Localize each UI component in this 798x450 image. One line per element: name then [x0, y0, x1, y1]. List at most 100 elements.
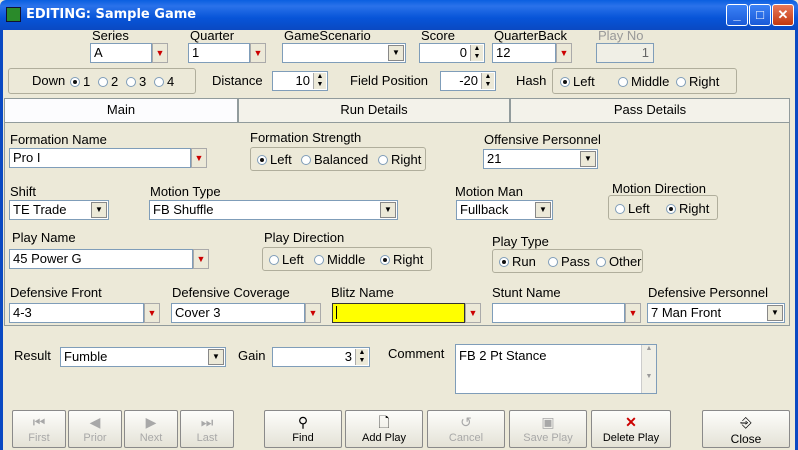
scenario-combo[interactable]: ▼ [282, 43, 406, 63]
offensive-personnel-combo[interactable]: 21 ▼ [483, 149, 598, 169]
strength-option-left[interactable]: Left [257, 152, 292, 167]
play-type-label: Play Type [492, 234, 549, 249]
cancel-icon: ↺ [460, 414, 472, 430]
quarter-combo[interactable]: 1 [188, 43, 250, 63]
quarterback-combo[interactable]: 12 [492, 43, 556, 63]
last-label: Last [196, 432, 218, 444]
play-type-option-run[interactable]: Run [499, 254, 536, 269]
formation-name-combo[interactable]: Pro I [9, 148, 191, 168]
play-name-value: 45 Power G [13, 251, 82, 266]
add-play-button[interactable]: 🗋 Add Play [345, 410, 423, 448]
down-option-label: 2 [111, 74, 119, 89]
shift-label: Shift [10, 184, 37, 199]
strength-option-balanced[interactable]: Balanced [301, 152, 368, 167]
comment-textarea[interactable]: FB 2 Pt Stance ▲ ▼ [455, 344, 657, 394]
tab-main[interactable]: Main [4, 98, 238, 123]
defensive-personnel-value: 7 Man Front [651, 305, 722, 320]
play-type-option-other[interactable]: Other [596, 254, 642, 269]
stunt-name-dropdown-icon[interactable]: ▼ [625, 303, 641, 323]
quarterback-dropdown-icon[interactable]: ▼ [556, 43, 572, 63]
hash-option-right[interactable]: Right [676, 74, 719, 89]
first-button[interactable]: ⏮ First [12, 410, 66, 448]
series-combo[interactable]: A [90, 43, 152, 63]
direction-option-middle[interactable]: Middle [314, 252, 365, 267]
close-window-button[interactable]: ✕ [772, 4, 794, 26]
stunt-name-combo[interactable] [492, 303, 625, 323]
play-name-dropdown-icon[interactable]: ▼ [193, 249, 209, 269]
motion-type-combo[interactable]: FB Shuffle ▼ [149, 200, 398, 220]
chevron-down-icon[interactable]: ▼ [380, 202, 396, 218]
delete-play-button[interactable]: ✕ Delete Play [591, 410, 671, 448]
defensive-coverage-dropdown-icon[interactable]: ▼ [305, 303, 321, 323]
last-button[interactable]: ⏭ Last [180, 410, 234, 448]
down-option-1[interactable]: 1 [70, 74, 90, 89]
prior-icon: ◀ [89, 414, 101, 430]
title-bar[interactable]: EDITING: Sample Game _ □ ✕ [0, 0, 798, 30]
direction-option-left[interactable]: Left [269, 252, 304, 267]
strength-option-right[interactable]: Right [378, 152, 421, 167]
shift-combo[interactable]: TE Trade ▼ [9, 200, 109, 220]
motion-option-right[interactable]: Right [666, 201, 709, 216]
hash-label: Hash [516, 73, 547, 88]
motion-direction-label: Motion Direction [612, 181, 706, 196]
defensive-personnel-combo[interactable]: 7 Man Front ▼ [647, 303, 785, 323]
chevron-down-icon[interactable]: ▼ [535, 202, 551, 218]
first-icon: ⏮ [32, 414, 46, 430]
exit-icon: ⎆ [740, 414, 752, 430]
score-spinner[interactable]: 0 ▲ ▼ [419, 43, 485, 63]
radio-icon [380, 255, 390, 265]
chevron-down-icon[interactable]: ▼ [388, 45, 404, 61]
chevron-down-icon[interactable]: ▼ [208, 349, 224, 365]
blitz-name-combo[interactable] [332, 303, 465, 323]
direction-option-right[interactable]: Right [380, 252, 423, 267]
motion-option-left[interactable]: Left [615, 201, 650, 216]
spin-icon[interactable]: ▲ ▼ [481, 73, 494, 89]
score-label: Score [421, 28, 455, 43]
formation-name-dropdown-icon[interactable]: ▼ [191, 148, 207, 168]
tab-pass-details[interactable]: Pass Details [510, 98, 790, 122]
result-combo[interactable]: Fumble ▼ [60, 347, 226, 367]
chevron-down-icon[interactable]: ▼ [91, 202, 107, 218]
down-option-3[interactable]: 3 [126, 74, 146, 89]
down-option-2[interactable]: 2 [98, 74, 118, 89]
defensive-coverage-combo[interactable]: Cover 3 [171, 303, 305, 323]
blitz-name-dropdown-icon[interactable]: ▼ [465, 303, 481, 323]
spin-icon[interactable]: ▲ ▼ [355, 349, 368, 365]
result-label: Result [14, 348, 51, 363]
save-play-button[interactable]: ▣ Save Play [509, 410, 587, 448]
tab-run-details[interactable]: Run Details [238, 98, 510, 122]
cancel-button[interactable]: ↺ Cancel [427, 410, 505, 448]
next-icon: ▶ [145, 414, 157, 430]
cancel-label: Cancel [448, 432, 484, 444]
fieldpos-spinner[interactable]: -20 ▲ ▼ [440, 71, 496, 91]
minimize-button[interactable]: _ [726, 4, 748, 26]
play-type-option-pass[interactable]: Pass [548, 254, 590, 269]
spin-icon[interactable]: ▲ ▼ [313, 73, 326, 89]
motion-man-combo[interactable]: Fullback ▼ [456, 200, 553, 220]
next-button[interactable]: ▶ Next [124, 410, 178, 448]
close-button[interactable]: ⎆ Close [702, 410, 790, 448]
stunt-name-label: Stunt Name [492, 285, 561, 300]
chevron-down-icon[interactable]: ▼ [767, 305, 783, 321]
radio-icon [257, 155, 267, 165]
hash-option-middle[interactable]: Middle [618, 74, 669, 89]
down-option-4[interactable]: 4 [154, 74, 174, 89]
strength-option-label: Balanced [314, 152, 369, 167]
defensive-front-dropdown-icon[interactable]: ▼ [144, 303, 160, 323]
prior-button[interactable]: ◀ Prior [68, 410, 122, 448]
first-label: First [28, 432, 50, 444]
hash-option-left[interactable]: Left [560, 74, 595, 89]
comment-scrollbar[interactable]: ▲ ▼ [641, 345, 656, 393]
distance-spinner[interactable]: 10 ▲ ▼ [272, 71, 328, 91]
spin-icon[interactable]: ▲ ▼ [470, 45, 483, 61]
direction-option-label: Right [393, 252, 424, 267]
maximize-button[interactable]: □ [749, 4, 771, 26]
chevron-down-icon[interactable]: ▼ [580, 151, 596, 167]
play-name-combo[interactable]: 45 Power G [9, 249, 193, 269]
add-play-label: Add Play [361, 432, 407, 444]
find-button[interactable]: ⚲ Find [264, 410, 342, 448]
quarter-dropdown-icon[interactable]: ▼ [250, 43, 266, 63]
gain-spinner[interactable]: 3 ▲ ▼ [272, 347, 370, 367]
defensive-front-combo[interactable]: 4-3 [9, 303, 144, 323]
series-dropdown-icon[interactable]: ▼ [152, 43, 168, 63]
